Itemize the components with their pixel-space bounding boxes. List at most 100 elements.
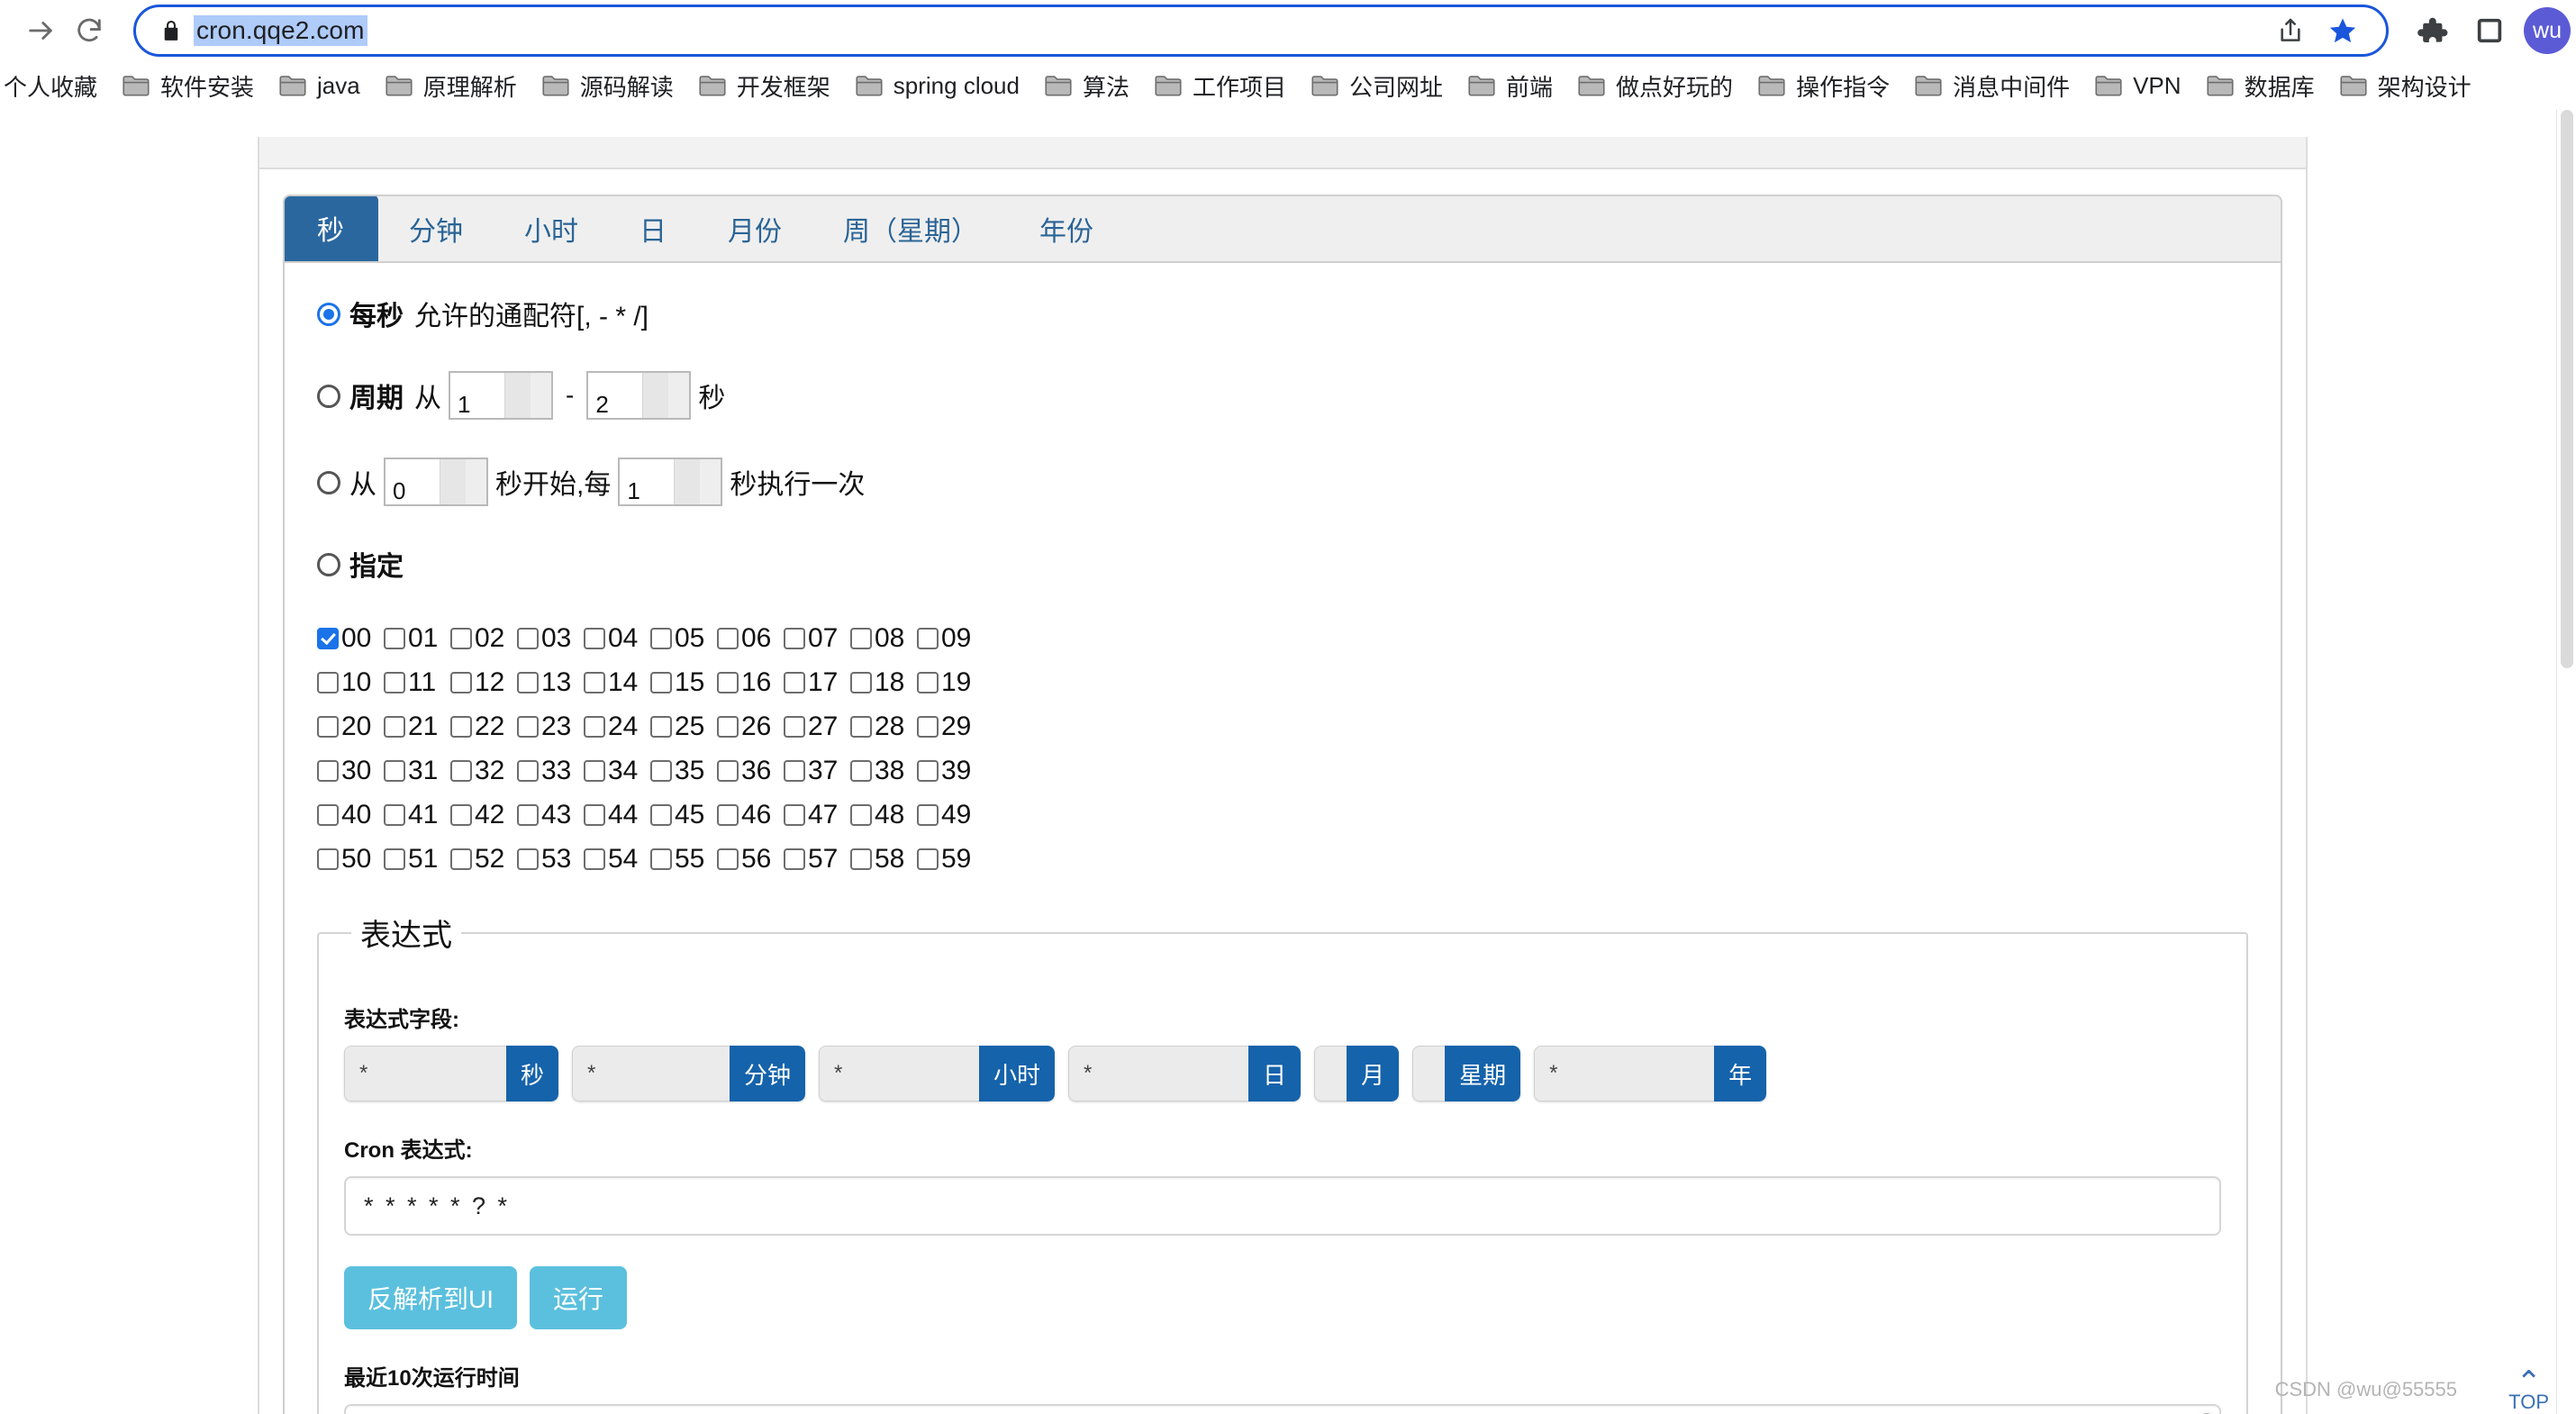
radio-row-every-second[interactable]: 每秒 允许的通配符[, - * /]: [317, 294, 2248, 333]
second-checkbox-28[interactable]: 28: [850, 712, 917, 742]
checkbox-box[interactable]: [517, 628, 539, 649]
checkbox-box[interactable]: [650, 672, 672, 693]
checkbox-box[interactable]: [917, 804, 939, 826]
checkbox-box[interactable]: [450, 848, 472, 870]
second-checkbox-31[interactable]: 31: [384, 756, 450, 786]
radio-every-second[interactable]: [317, 303, 340, 326]
second-checkbox-11[interactable]: 11: [384, 667, 450, 698]
checkbox-box[interactable]: [784, 628, 805, 649]
checkbox-box[interactable]: [517, 760, 539, 782]
checkbox-box[interactable]: [784, 848, 805, 870]
checkbox-box[interactable]: [784, 760, 805, 782]
second-checkbox-20[interactable]: 20: [317, 712, 384, 742]
spinner-arrows-icon[interactable]: [642, 373, 690, 418]
tab-0[interactable]: 秒: [285, 196, 378, 261]
radio-period-range[interactable]: [317, 385, 340, 408]
second-checkbox-49[interactable]: 49: [917, 800, 984, 830]
tab-3[interactable]: 日: [609, 196, 697, 261]
expression-field-input[interactable]: *: [819, 1046, 980, 1101]
checkbox-box[interactable]: [784, 672, 805, 693]
checkbox-box[interactable]: [650, 760, 672, 782]
expression-field-input[interactable]: *: [1068, 1046, 1249, 1101]
checkbox-box[interactable]: [850, 760, 872, 782]
second-checkbox-57[interactable]: 57: [784, 844, 850, 875]
second-checkbox-07[interactable]: 07: [784, 623, 850, 654]
side-panel-button[interactable]: [2461, 2, 2518, 59]
checkbox-box[interactable]: [450, 804, 472, 826]
second-checkbox-50[interactable]: 50: [317, 844, 384, 875]
checkbox-box[interactable]: [917, 628, 939, 649]
second-checkbox-05[interactable]: 05: [650, 623, 717, 654]
bookmark-item-2[interactable]: java: [267, 64, 373, 107]
checkbox-box[interactable]: [450, 672, 472, 693]
second-checkbox-55[interactable]: 55: [650, 844, 717, 875]
second-checkbox-06[interactable]: 06: [717, 623, 784, 654]
checkbox-box[interactable]: [650, 804, 672, 826]
parse-to-ui-button[interactable]: 反解析到UI: [344, 1266, 518, 1329]
second-checkbox-02[interactable]: 02: [450, 623, 517, 654]
bookmark-button[interactable]: [2319, 7, 2366, 54]
checkbox-box[interactable]: [784, 716, 805, 738]
second-checkbox-24[interactable]: 24: [584, 712, 650, 742]
second-checkbox-16[interactable]: 16: [717, 667, 784, 698]
radio-specific[interactable]: [317, 553, 340, 576]
second-checkbox-23[interactable]: 23: [517, 712, 584, 742]
checkbox-box[interactable]: [384, 848, 405, 870]
checkbox-box[interactable]: [917, 848, 939, 870]
bookmark-item-12[interactable]: 操作指令: [1746, 64, 1902, 107]
second-checkbox-27[interactable]: 27: [784, 712, 850, 742]
page-scrollbar-thumb[interactable]: [2561, 110, 2573, 668]
bookmark-item-1[interactable]: 软件安装: [110, 64, 267, 107]
second-checkbox-10[interactable]: 10: [317, 667, 384, 698]
second-checkbox-15[interactable]: 15: [650, 667, 717, 698]
checkbox-box[interactable]: [650, 716, 672, 738]
second-checkbox-48[interactable]: 48: [850, 800, 917, 830]
checkbox-box[interactable]: [584, 672, 605, 693]
second-checkbox-26[interactable]: 26: [717, 712, 784, 742]
checkbox-box[interactable]: [650, 628, 672, 649]
checkbox-box[interactable]: [517, 716, 539, 738]
second-checkbox-44[interactable]: 44: [584, 800, 650, 830]
bookmark-item-9[interactable]: 公司网址: [1299, 64, 1456, 107]
checkbox-box[interactable]: [384, 804, 405, 826]
bookmark-item-14[interactable]: VPN: [2082, 64, 2193, 107]
checkbox-box[interactable]: [317, 760, 339, 782]
bookmark-item-5[interactable]: 开发框架: [686, 64, 843, 107]
checkbox-box[interactable]: [517, 672, 539, 693]
second-checkbox-33[interactable]: 33: [517, 756, 584, 786]
bookmark-item-13[interactable]: 消息中间件: [1902, 64, 2082, 107]
bookmark-item-7[interactable]: 算法: [1032, 64, 1142, 107]
checkbox-box[interactable]: [384, 672, 405, 693]
checkbox-box[interactable]: [917, 760, 939, 782]
second-checkbox-59[interactable]: 59: [917, 844, 984, 875]
bookmark-item-11[interactable]: 做点好玩的: [1565, 64, 1746, 107]
checkbox-box[interactable]: [384, 716, 405, 738]
expression-field-input[interactable]: *: [344, 1046, 506, 1101]
second-checkbox-51[interactable]: 51: [384, 844, 450, 875]
second-checkbox-29[interactable]: 29: [917, 712, 984, 742]
checkbox-box[interactable]: [850, 804, 872, 826]
bookmark-item-6[interactable]: spring cloud: [843, 64, 1032, 107]
checkbox-box[interactable]: [317, 804, 339, 826]
checkbox-box[interactable]: [850, 716, 872, 738]
checkbox-box[interactable]: [650, 848, 672, 870]
checkbox-box[interactable]: [450, 628, 472, 649]
second-checkbox-43[interactable]: 43: [517, 800, 584, 830]
second-checkbox-17[interactable]: 17: [784, 667, 850, 698]
tab-1[interactable]: 分钟: [378, 196, 494, 261]
checkbox-box[interactable]: [584, 716, 605, 738]
recent-runs-list[interactable]: 2023-04-01 22:45:06: [344, 1404, 2221, 1414]
checkbox-box[interactable]: [717, 716, 739, 738]
second-checkbox-25[interactable]: 25: [650, 712, 717, 742]
bookmark-item-10[interactable]: 前端: [1456, 64, 1565, 107]
checkbox-box[interactable]: [717, 760, 739, 782]
expression-field-input[interactable]: *: [572, 1046, 730, 1101]
checkbox-box[interactable]: [850, 848, 872, 870]
checkbox-box[interactable]: [317, 672, 339, 693]
checkbox-box[interactable]: [717, 628, 739, 649]
cron-expression-input[interactable]: * * * * * ? *: [344, 1176, 2221, 1236]
checkbox-box[interactable]: [584, 848, 605, 870]
checkbox-box[interactable]: [584, 760, 605, 782]
spinner-arrows-icon[interactable]: [504, 373, 551, 418]
expression-field-input[interactable]: *: [1534, 1046, 1715, 1101]
